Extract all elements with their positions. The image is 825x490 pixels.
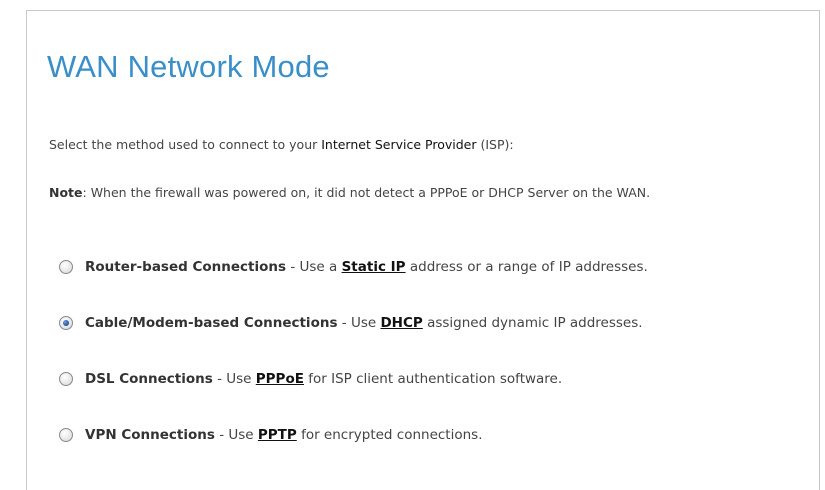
radio-cable-modem-based[interactable]	[59, 316, 73, 330]
note-text: Note: When the firewall was powered on, …	[49, 184, 769, 202]
option-label: Cable/Modem-based Connections - Use DHCP…	[85, 313, 643, 333]
option-title: Cable/Modem-based Connections	[85, 315, 338, 331]
option-title: VPN Connections	[85, 427, 215, 443]
intro-text: Select the method used to connect to you…	[49, 137, 514, 152]
option-desc-before: - Use	[212, 371, 256, 387]
pppoe-link[interactable]: PPPoE	[256, 371, 304, 387]
option-title: DSL Connections	[85, 371, 213, 387]
note-label: Note	[49, 185, 83, 200]
option-desc-before: - Use	[337, 315, 381, 331]
option-desc-after: address or a range of IP addresses.	[405, 259, 648, 275]
intro-text-after: (ISP):	[476, 137, 514, 152]
intro-term-isp: Internet Service Provider	[321, 137, 477, 152]
dhcp-link[interactable]: DHCP	[380, 315, 422, 331]
option-desc-before: - Use a	[286, 259, 342, 275]
option-desc-after: for encrypted connections.	[296, 427, 483, 443]
wan-network-mode-panel: WAN Network Mode Select the method used …	[26, 10, 820, 490]
option-title: Router-based Connections	[85, 259, 287, 275]
page-title: WAN Network Mode	[47, 49, 330, 84]
static-ip-link[interactable]: Static IP	[342, 259, 406, 275]
option-label: Router-based Connections - Use a Static …	[85, 257, 648, 277]
note-body: : When the firewall was powered on, it d…	[82, 185, 651, 200]
option-desc-before: - Use	[214, 427, 258, 443]
radio-router-based[interactable]	[59, 260, 73, 274]
option-desc-after: assigned dynamic IP addresses.	[422, 315, 643, 331]
option-label: DSL Connections - Use PPPoE for ISP clie…	[85, 369, 562, 389]
pptp-link[interactable]: PPTP	[258, 427, 297, 443]
intro-text-before: Select the method used to connect to you…	[49, 137, 322, 152]
option-label: VPN Connections - Use PPTP for encrypted…	[85, 425, 483, 445]
option-desc-after: for ISP client authentication software.	[303, 371, 563, 387]
radio-vpn[interactable]	[59, 428, 73, 442]
radio-dsl[interactable]	[59, 372, 73, 386]
